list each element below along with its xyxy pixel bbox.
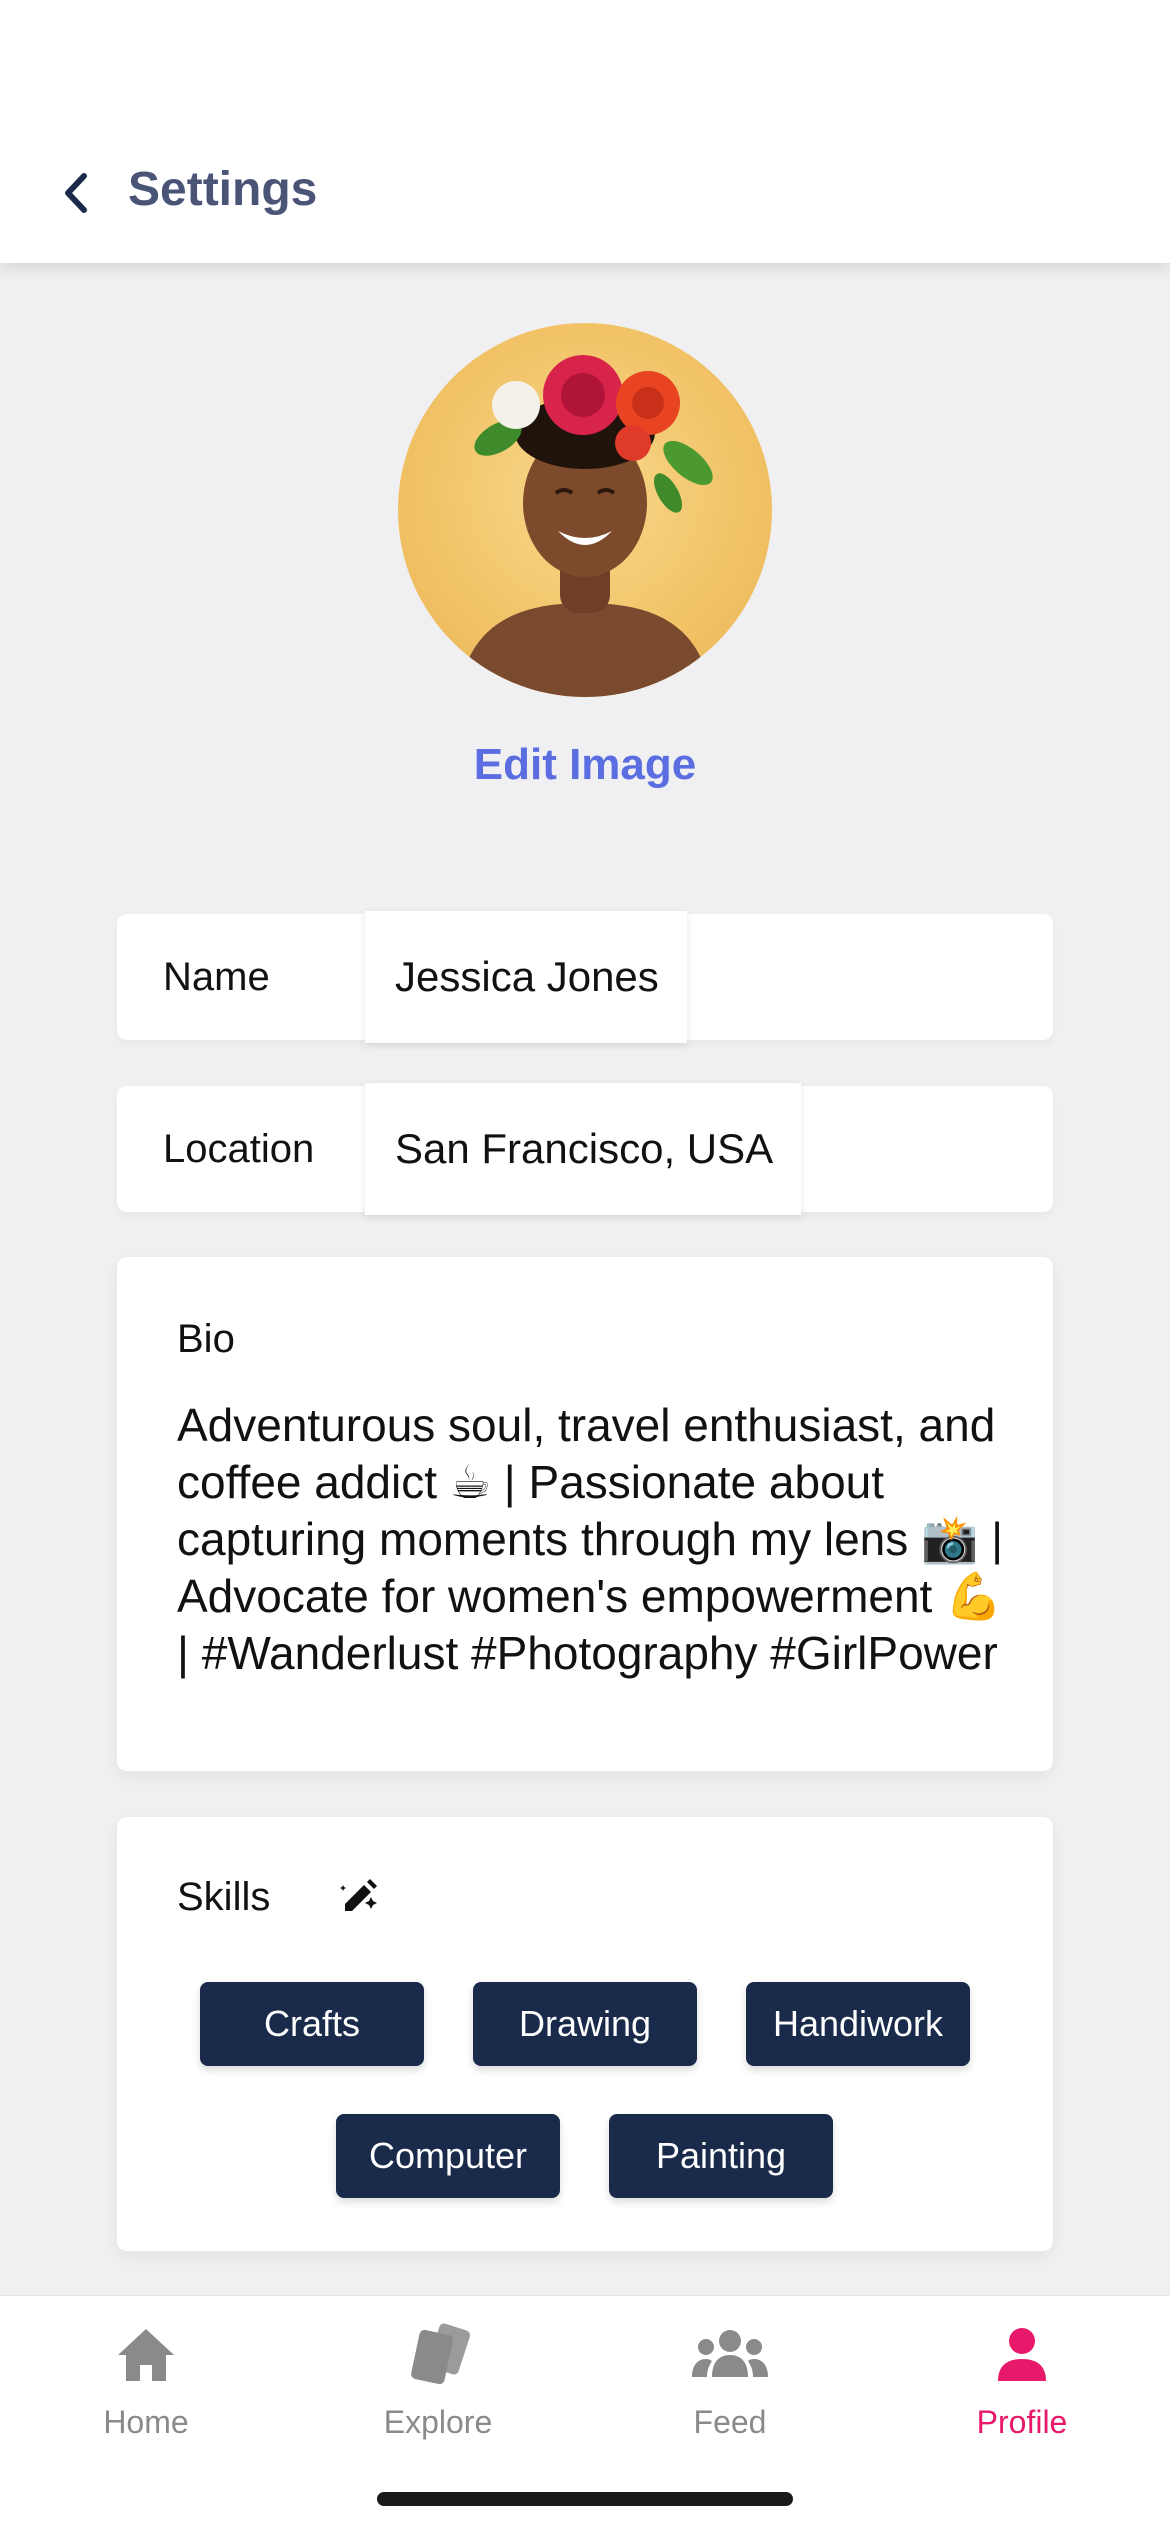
- skill-chip-painting[interactable]: Painting: [609, 2114, 833, 2198]
- tab-home-label: Home: [103, 2404, 189, 2440]
- bio-label: Bio: [177, 1317, 235, 1361]
- pencil-icon: [340, 1879, 377, 1911]
- edit-skills-button[interactable]: [337, 1875, 381, 1919]
- tab-explore-label: Explore: [383, 2404, 493, 2440]
- bio-card: Bio Adventurous soul, travel enthusiast,…: [117, 1257, 1053, 1771]
- back-button[interactable]: [50, 165, 100, 220]
- skills-card: Skills Crafts Drawing Handiwork Computer…: [117, 1817, 1053, 2251]
- tab-explore[interactable]: Explore: [292, 2296, 584, 2476]
- bio-textarea[interactable]: Adventurous soul, travel enthusiast, and…: [177, 1397, 1007, 1682]
- chevron-left-icon: [65, 172, 87, 213]
- name-label: Name: [163, 954, 270, 999]
- person-icon: [998, 2328, 1046, 2381]
- tab-home[interactable]: Home: [0, 2296, 292, 2476]
- location-field-row: Location San Francisco, USA: [117, 1083, 1053, 1215]
- avatar[interactable]: [398, 323, 772, 697]
- header-bar: Settings: [0, 0, 1170, 263]
- tab-feed[interactable]: Feed: [584, 2296, 876, 2476]
- cards-icon: [411, 2323, 471, 2385]
- tab-profile-label: Profile: [976, 2404, 1068, 2440]
- tab-feed-label: Feed: [693, 2404, 767, 2440]
- page-title: Settings: [128, 163, 318, 216]
- skills-label: Skills: [177, 1875, 271, 1919]
- skill-chip-handiwork[interactable]: Handiwork: [746, 1982, 970, 2066]
- location-label: Location: [163, 1126, 315, 1171]
- avatar-image: [458, 355, 713, 697]
- tab-profile[interactable]: Profile: [876, 2296, 1168, 2476]
- home-indicator: [377, 2492, 793, 2506]
- name-field-row: Name Jessica Jones: [117, 911, 1053, 1043]
- location-input[interactable]: San Francisco, USA: [365, 1083, 802, 1215]
- people-icon: [692, 2330, 768, 2377]
- skill-chip-computer[interactable]: Computer: [336, 2114, 560, 2198]
- home-icon: [118, 2329, 174, 2381]
- name-input[interactable]: Jessica Jones: [365, 911, 687, 1043]
- edit-image-link[interactable]: Edit Image: [0, 735, 1170, 795]
- skill-chip-drawing[interactable]: Drawing: [473, 1982, 697, 2066]
- skill-chip-crafts[interactable]: Crafts: [200, 1982, 424, 2066]
